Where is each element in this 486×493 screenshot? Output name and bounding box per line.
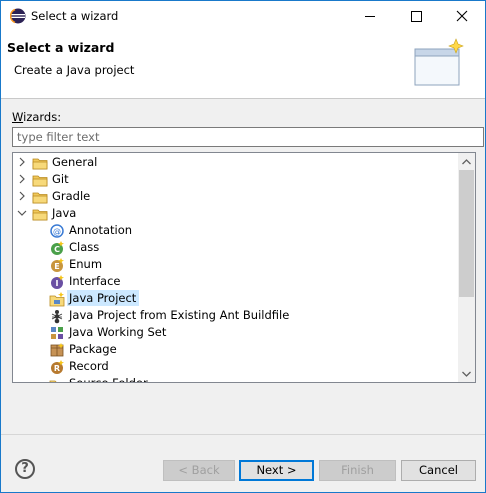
help-icon[interactable]: ? [15,459,35,479]
ant-icon [51,310,63,324]
tree-item[interactable]: @ Annotation [44,222,135,239]
source-folder-icon [49,380,57,382]
tree-item[interactable]: Git [17,171,72,188]
tree-item-label: General [52,155,98,169]
tree-item[interactable]: Gradle [17,188,93,205]
svg-text:R: R [54,364,60,373]
tree-item-label: Interface [69,274,121,288]
cancel-button[interactable]: Cancel [401,460,476,481]
filter-input[interactable] [12,127,484,147]
maximize-button[interactable] [393,1,439,31]
folder-icon [32,158,48,170]
record-icon: R [51,360,64,374]
enum-icon: E [51,258,64,272]
tree-item-label: Git [52,172,69,186]
chevron-right-icon[interactable] [17,191,27,201]
wizards-label-text: izards: [23,110,62,124]
tree-item[interactable]: E Enum [44,256,105,273]
package-icon [50,343,64,357]
wizard-header: Select a wizard Create a Java project [1,31,485,99]
svg-text:E: E [54,262,59,271]
minimize-button[interactable] [347,1,393,31]
wizard-banner-icon [414,35,469,91]
close-icon [456,10,468,22]
tree-item[interactable]: Java Working Set [44,324,169,341]
tree-item-label: Source Folder [69,376,148,383]
tree-item-label: Package [69,342,117,356]
scroll-up-icon[interactable] [462,159,471,165]
wizards-label: Wizards: [12,110,61,124]
folder-icon [32,209,48,221]
chevron-down-icon[interactable] [17,208,27,218]
header-title: Select a wizard [7,40,115,55]
tree-item[interactable]: R Record [44,358,112,375]
folder-icon [32,175,48,187]
working-set-icon [51,327,63,339]
tree-item-label: Java [52,206,77,220]
tree-item-label: Class [69,240,100,254]
svg-text:C: C [54,245,60,254]
wizard-tree[interactable]: General Git Gradle Java @ Annotation C Class E En… [12,152,476,383]
scrollbar-thumb[interactable] [459,170,474,297]
tree-item[interactable]: Java Project [44,290,140,307]
svg-text:@: @ [53,227,61,236]
tree-item-label: Gradle [52,189,91,203]
folder-icon [32,192,48,204]
tree-item[interactable]: Package [44,341,120,358]
tree-item-label: Java Project [67,290,140,306]
tree-item-label: Record [69,359,109,373]
tree-item[interactable]: Java [17,205,79,222]
class-icon: C [51,241,64,255]
wizards-label-mnemonic: W [12,110,24,124]
tree-item-label: Java Project from Existing Ant Buildfile [69,308,290,322]
finish-button[interactable]: Finish [319,460,396,481]
window-title: Select a wizard [31,9,119,23]
tree-item[interactable]: Source Folder [44,375,151,383]
close-button[interactable] [439,1,485,31]
tree-item[interactable]: Java Project from Existing Ant Buildfile [44,307,292,324]
tree-item[interactable]: I Interface [44,273,124,290]
annotation-icon: @ [50,224,64,238]
wizard-dialog: Select a wizard Select a wizard Create a… [0,0,486,493]
tree-item-label: Java Working Set [69,325,167,339]
interface-icon: I [51,275,64,289]
java-project-icon [49,292,65,307]
next-button[interactable]: Next > [239,460,314,481]
title-bar[interactable]: Select a wizard [1,1,485,31]
chevron-right-icon[interactable] [17,157,27,167]
svg-text:I: I [56,279,59,288]
tree-item-label: Annotation [69,223,133,237]
scroll-down-icon[interactable] [462,371,471,377]
vertical-scrollbar[interactable] [458,153,475,382]
footer-divider [1,434,485,435]
tree-item-label: Enum [69,257,103,271]
back-button[interactable]: < Back [163,460,235,481]
chevron-right-icon[interactable] [17,174,27,184]
tree-item[interactable]: General [17,154,100,171]
header-description: Create a Java project [14,63,135,77]
eclipse-app-icon [10,8,26,24]
tree-item[interactable]: C Class [44,239,102,256]
